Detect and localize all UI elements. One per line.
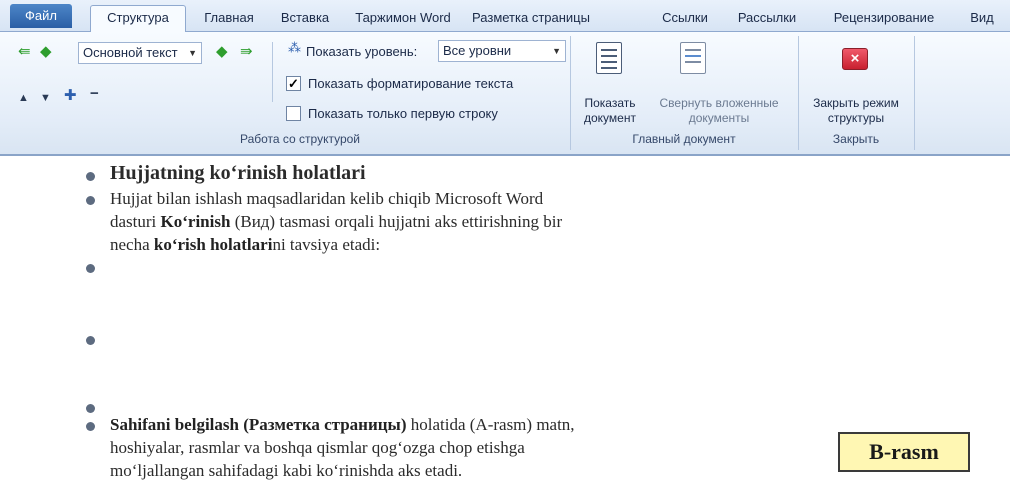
outline-level-value: Основной текст: [83, 45, 178, 60]
collapse-subdocuments-button[interactable]: Свернуть вложенные документы: [644, 96, 794, 126]
move-down-icon[interactable]: ▼: [40, 90, 51, 106]
chevron-down-icon: ▼: [552, 46, 561, 56]
close-icon[interactable]: ×: [842, 48, 868, 70]
collapse-icon[interactable]: −: [90, 86, 99, 102]
outline-bullet[interactable]: [86, 264, 95, 273]
figure-label-badge: B-rasm: [838, 432, 970, 472]
tab-structure[interactable]: Структура: [90, 5, 186, 33]
outline-bullet[interactable]: [86, 422, 95, 431]
paragraph-line: dasturi Ko‘rinish (Вид) tasmasi orqali h…: [110, 212, 563, 231]
tab-view[interactable]: Вид: [962, 6, 1002, 32]
tab-references[interactable]: Ссылки: [656, 6, 714, 32]
outline-bullet[interactable]: [86, 336, 95, 345]
separator: [570, 36, 571, 150]
paragraph-line: hoshiyalar, rasmlar va boshqa qismlar qo…: [110, 438, 525, 457]
show-document-icon[interactable]: [596, 42, 622, 74]
show-level-value: Все уровни: [443, 43, 512, 58]
collapse-subdocuments-icon[interactable]: [680, 42, 706, 74]
separator: [914, 36, 915, 150]
tab-insert[interactable]: Вставка: [272, 6, 338, 32]
show-level-label: Показать уровень:: [306, 44, 418, 59]
group-label-outline: Работа со структурой: [239, 132, 361, 146]
demote-to-body-icon[interactable]: ⇛: [240, 44, 253, 60]
outline-level-combo[interactable]: Основной текст ▼: [78, 42, 202, 64]
paragraph-line: mo‘ljallangan sahifadagi kabi ko‘rinishd…: [110, 461, 463, 480]
paragraph-line: necha ko‘rish holatlarini tavsiya etadi:: [110, 235, 381, 254]
promote-icon[interactable]: ◆: [40, 44, 52, 60]
close-outline-button[interactable]: Закрыть режим структуры: [802, 96, 910, 126]
demote-icon[interactable]: ◆: [216, 44, 228, 60]
outline-bullet[interactable]: [86, 196, 95, 205]
tab-file[interactable]: Файл: [10, 4, 72, 28]
paragraph-line: Sahifani belgilash (Разметка страницы) h…: [110, 415, 575, 434]
chevron-down-icon: ▼: [188, 48, 197, 58]
show-level-icon: ⁂: [288, 40, 301, 55]
group-label-close: Закрыть: [832, 132, 880, 146]
outline-bullet[interactable]: [86, 404, 95, 413]
tab-home[interactable]: Главная: [192, 6, 266, 32]
group-label-master-document: Главный документ: [632, 132, 736, 146]
first-line-only-checkbox[interactable]: [286, 106, 301, 121]
show-formatting-checkbox[interactable]: ✓: [286, 76, 301, 91]
expand-icon[interactable]: ✚: [64, 88, 77, 104]
separator: [272, 42, 273, 102]
tab-translator[interactable]: Таржимон Word: [344, 6, 462, 32]
show-document-button[interactable]: Показать документ: [574, 96, 646, 126]
document-heading: Hujjatning ko‘rinish holatlari: [110, 162, 366, 184]
document-area[interactable]: Hujjatning ko‘rinish holatlari Hujjat bi…: [0, 158, 1010, 486]
ribbon-tabs: Файл Структура Главная Вставка Таржимон …: [0, 0, 1010, 33]
paragraph-line: Hujjat bilan ishlash maqsadlaridan kelib…: [110, 189, 544, 208]
tab-mailings[interactable]: Рассылки: [730, 6, 804, 32]
tab-review[interactable]: Рецензирование: [818, 6, 950, 32]
first-line-only-label: Показать только первую строку: [308, 106, 498, 121]
show-formatting-label: Показать форматирование текста: [308, 76, 514, 91]
separator: [798, 36, 799, 150]
promote-to-heading1-icon[interactable]: ⇚: [18, 44, 31, 60]
tab-page-layout[interactable]: Разметка страницы: [466, 6, 596, 32]
show-level-combo[interactable]: Все уровни ▼: [438, 40, 566, 62]
move-up-icon[interactable]: ▲: [18, 90, 29, 106]
ribbon: ⇚ ◆ Основной текст ▼ ◆ ⇛ ▲ ▼ ✚ − ⁂ Показ…: [0, 32, 1010, 156]
outline-bullet[interactable]: [86, 172, 95, 181]
